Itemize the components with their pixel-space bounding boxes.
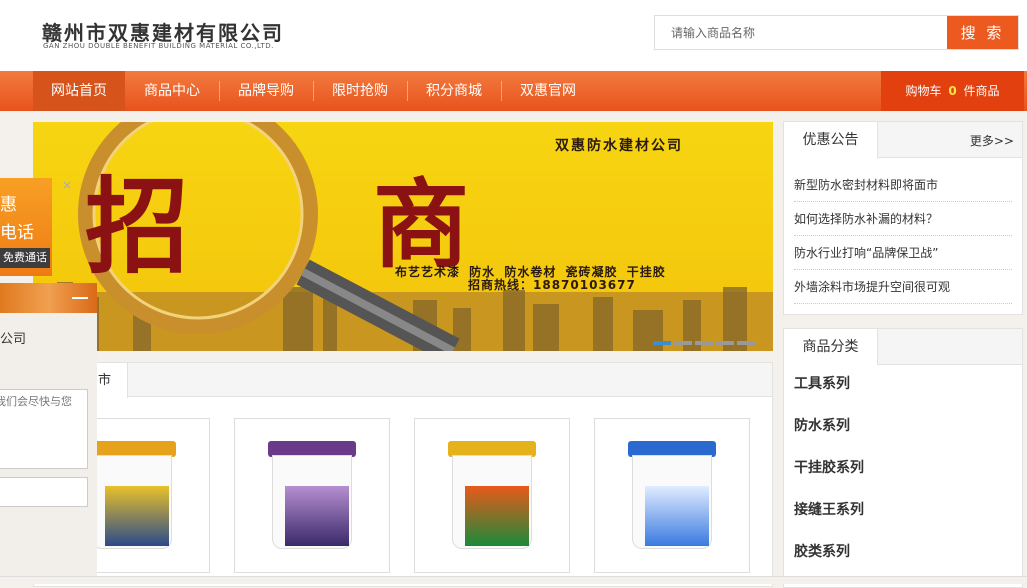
free-call-button[interactable]: 免费通话 — [0, 248, 50, 268]
widget-text-line1: 惠 — [0, 195, 17, 215]
search-button[interactable]: 搜 索 — [947, 16, 1018, 49]
notice-item[interactable]: 新型防水密封材料即将面市 — [794, 168, 1012, 202]
banner-dot[interactable] — [653, 341, 671, 345]
product-card[interactable] — [414, 418, 570, 573]
main-nav: 网站首页 商品中心 品牌导购 限时抢购 积分商城 双惠官网 购物车 0 件商品 — [0, 71, 1027, 111]
notice-tab[interactable]: 优惠公告 — [784, 122, 878, 158]
product-image — [628, 441, 716, 549]
company-logo-subtitle: GAN ZHOU DOUBLE BENEFIT BUILDING MATERIA… — [43, 42, 274, 50]
category-tab[interactable]: 商品分类 — [784, 329, 878, 365]
product-card[interactable] — [594, 418, 750, 573]
header: 赣州市双惠建材有限公司 GAN ZHOU DOUBLE BENEFIT BUIL… — [0, 0, 1027, 71]
notice-more-link[interactable]: 更多>> — [970, 132, 1014, 149]
chat-company-name: 公司 — [0, 332, 27, 347]
notice-item[interactable]: 如何选择防水补漏的材料？ — [794, 202, 1012, 236]
notice-item[interactable]: 防水行业打响“品牌保卫战” — [794, 236, 1012, 270]
product-section: 市 — [33, 362, 773, 587]
page-bottom — [0, 576, 1027, 584]
banner-dot[interactable] — [716, 341, 734, 345]
chat-panel-header — [0, 283, 97, 313]
bucket-body — [632, 455, 712, 549]
bucket-body — [92, 455, 172, 549]
cart-label: 购物车 — [905, 84, 942, 98]
cart-suffix: 件商品 — [963, 84, 1000, 98]
category-panel: 商品分类 工具系列 防水系列 干挂胶系列 接缝王系列 胶类系列 — [783, 328, 1023, 588]
nav-item-home[interactable]: 网站首页 — [33, 71, 125, 111]
category-item[interactable]: 防水系列 — [794, 415, 850, 435]
nav-item-flash-sale[interactable]: 限时抢购 — [314, 71, 406, 111]
cart-button[interactable]: 购物车 0 件商品 — [881, 71, 1024, 111]
banner-dot[interactable] — [737, 341, 755, 345]
cart-count: 0 — [948, 84, 957, 98]
bucket-label — [465, 486, 529, 546]
close-icon[interactable]: × — [62, 178, 72, 192]
widget-text-line2: 电话 — [0, 223, 34, 243]
product-image — [268, 441, 356, 549]
bucket-label — [285, 486, 349, 546]
nav-item-brands[interactable]: 品牌导购 — [220, 71, 312, 111]
search-box: 搜 索 — [654, 15, 1019, 50]
category-item[interactable]: 干挂胶系列 — [794, 457, 864, 477]
category-item[interactable]: 工具系列 — [794, 373, 850, 393]
minimize-icon[interactable] — [72, 297, 88, 299]
banner-pagination — [653, 334, 758, 349]
promo-banner[interactable]: 双惠防水建材公司 招 商 布艺艺术漆 防水 防水卷材 瓷砖凝胶 干挂胶 招商热线… — [33, 122, 773, 351]
banner-dot[interactable] — [674, 341, 692, 345]
product-tabbar — [34, 363, 772, 397]
product-card[interactable] — [234, 418, 390, 573]
product-image — [448, 441, 536, 549]
banner-dot[interactable] — [695, 341, 713, 345]
bucket-label — [105, 486, 169, 546]
banner-headline-1: 招 — [85, 165, 190, 288]
category-item[interactable]: 胶类系列 — [794, 541, 850, 561]
bucket-label — [645, 486, 709, 546]
chat-message-input[interactable] — [0, 389, 88, 469]
banner-hotline: 招商热线：18870103677 — [468, 278, 636, 292]
nav-item-products[interactable]: 商品中心 — [126, 71, 218, 111]
nav-item-official-site[interactable]: 双惠官网 — [502, 71, 594, 111]
banner-company: 双惠防水建材公司 — [555, 138, 683, 154]
product-image — [88, 441, 176, 549]
bucket-body — [272, 455, 352, 549]
chat-panel: 公司 — [0, 283, 97, 584]
bucket-body — [452, 455, 532, 549]
chat-contact-input[interactable] — [0, 477, 88, 507]
search-input[interactable] — [655, 16, 948, 49]
nav-item-points-mall[interactable]: 积分商城 — [408, 71, 500, 111]
category-item[interactable]: 接缝王系列 — [794, 499, 864, 519]
notice-panel: 优惠公告 更多>> 新型防水密封材料即将面市 如何选择防水补漏的材料？ 防水行业… — [783, 121, 1023, 315]
notice-item[interactable]: 外墙涂料市场提升空间很可观 — [794, 270, 1012, 304]
